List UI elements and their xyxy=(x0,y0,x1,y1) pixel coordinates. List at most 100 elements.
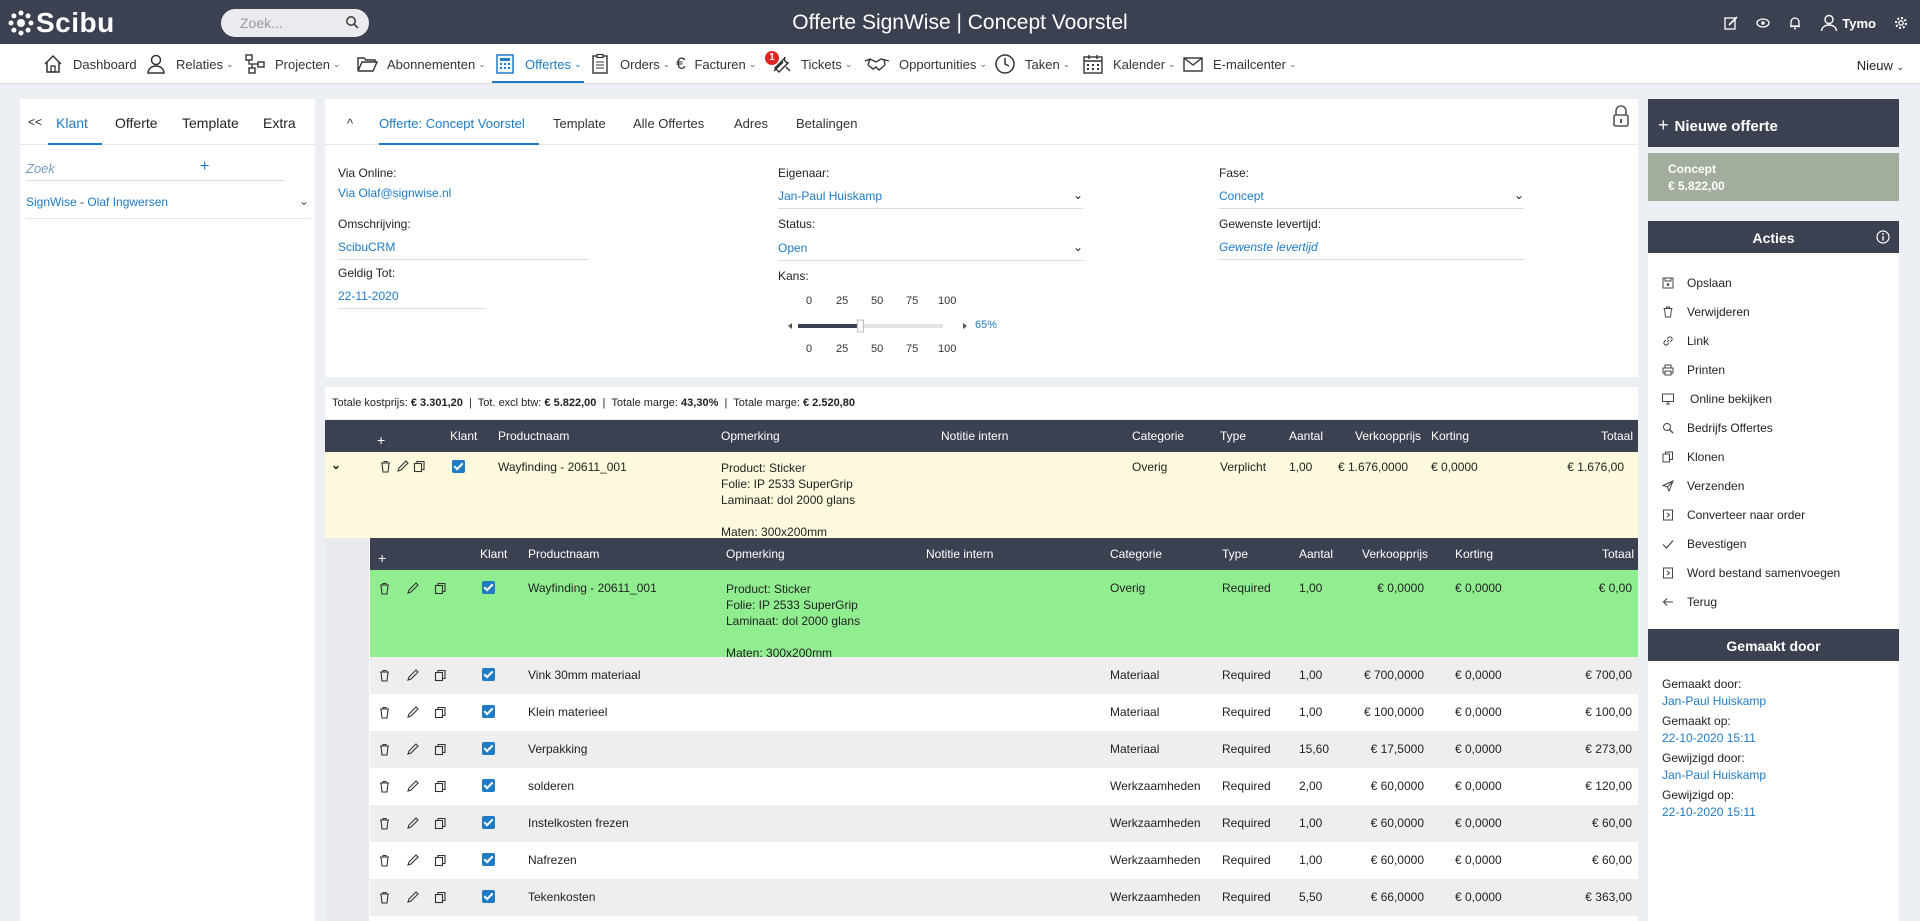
action-terug[interactable]: Terug xyxy=(1662,594,1717,610)
customer-search-input[interactable]: Zoek xyxy=(26,161,284,181)
copy-row-button[interactable] xyxy=(434,854,447,870)
action-bedrijfs-offertes[interactable]: Bedrijfs Offertes xyxy=(1662,420,1773,436)
trash-row-button[interactable] xyxy=(378,706,391,722)
user-menu[interactable]: Tymo xyxy=(1820,14,1876,32)
tab-adres[interactable]: Adres xyxy=(734,116,768,131)
row-checkbox[interactable] xyxy=(482,742,495,758)
action-klonen[interactable]: Klonen xyxy=(1662,449,1724,465)
table-row[interactable]: Klein materieel Materiaal Required 1,00 € 0,… xyxy=(370,694,1638,731)
tab-template[interactable]: Template xyxy=(182,115,239,131)
tab-klant[interactable]: Klant xyxy=(56,115,88,131)
pencil-row-button[interactable] xyxy=(406,817,419,833)
action-verzenden[interactable]: Verzenden xyxy=(1662,478,1744,494)
edit-icon[interactable] xyxy=(1724,16,1738,30)
action-online-bekijken[interactable]: Online bekijken xyxy=(1662,391,1772,407)
add-customer-button[interactable]: + xyxy=(200,158,209,176)
nav-abonnementen[interactable]: Abonnementen ⌄ xyxy=(356,44,486,84)
info-icon[interactable] xyxy=(1876,230,1890,244)
table-row[interactable]: Vink 30mm materiaal Materiaal Required 1,00… xyxy=(370,657,1638,694)
pencil-row-button[interactable] xyxy=(406,706,419,722)
pencil-icon[interactable] xyxy=(396,460,409,473)
nav-kalender[interactable]: Kalender ⌄ xyxy=(1082,44,1176,84)
copy-row-button[interactable] xyxy=(434,743,447,759)
table-row[interactable]: Instelkosten frezen Werkzaamheden Required… xyxy=(370,805,1638,842)
nav-orders[interactable]: Orders ⌄ xyxy=(589,44,670,84)
table-row[interactable]: Tekenkosten Werkzaamheden Required 5,50 € 0,… xyxy=(370,879,1638,916)
trash-row-button[interactable] xyxy=(378,669,391,685)
tab-betalingen[interactable]: Betalingen xyxy=(796,116,857,131)
action-word-samenvoegen[interactable]: Word bestand samenvoegen xyxy=(1662,565,1840,581)
tab-extra[interactable]: Extra xyxy=(263,115,296,131)
nav-emailcenter[interactable]: E-mailcenter ⌄ xyxy=(1182,44,1297,84)
tab-offerte[interactable]: Offerte xyxy=(115,115,158,131)
pencil-row-button[interactable] xyxy=(406,669,419,685)
copy-row-button[interactable] xyxy=(434,669,447,685)
trash-row-button[interactable] xyxy=(378,582,391,598)
row-checkbox[interactable] xyxy=(482,890,495,906)
nieuw-menu[interactable]: Nieuw ⌄ xyxy=(1857,58,1904,73)
copy-icon[interactable] xyxy=(413,460,426,473)
customer-item[interactable]: SignWise - Olaf Ingwersen ⌄ xyxy=(26,194,311,219)
add-subrow-button[interactable]: + xyxy=(378,550,386,566)
pencil-row-button[interactable] xyxy=(406,854,419,870)
collapse-header-button[interactable]: ^ xyxy=(347,116,353,131)
nav-tickets[interactable]: 1 Tickets ⌄ xyxy=(765,44,852,84)
fase-select[interactable]: Concept ⌄ xyxy=(1219,188,1524,209)
nav-dashboard[interactable]: Dashboard xyxy=(42,44,137,84)
geldig-tot-input[interactable]: 22-11-2020 xyxy=(338,289,485,309)
action-bevestigen[interactable]: Bevestigen xyxy=(1662,536,1746,552)
copy-row-button[interactable] xyxy=(434,891,447,907)
copy-row-button[interactable] xyxy=(434,780,447,796)
action-verwijderen[interactable]: Verwijderen xyxy=(1662,304,1750,320)
table-row[interactable]: Nafrezen Werkzaamheden Required 1,00 € 0,000… xyxy=(370,842,1638,879)
collapse-left-button[interactable]: << xyxy=(28,115,42,129)
collapse-row-icon[interactable]: ⌄ xyxy=(331,458,341,472)
trash-icon[interactable] xyxy=(379,460,392,473)
nieuwe-offerte-button[interactable]: + Nieuwe offerte xyxy=(1648,99,1899,147)
lock-icon[interactable] xyxy=(1612,105,1630,127)
table-row[interactable]: Verpakking Materiaal Required 15,60 € 0,0000… xyxy=(370,731,1638,768)
row-checkbox[interactable] xyxy=(482,705,495,721)
action-opslaan[interactable]: Opslaan xyxy=(1662,275,1732,291)
nav-opportunities[interactable]: Opportunities ⌄ xyxy=(864,44,987,84)
add-row-button[interactable]: + xyxy=(377,432,385,448)
row-checkbox[interactable] xyxy=(482,816,495,832)
via-online-value[interactable]: Via Olaf@signwise.nl xyxy=(338,186,588,206)
trash-row-button[interactable] xyxy=(378,817,391,833)
nav-relaties[interactable]: Relaties ⌄ xyxy=(145,44,234,84)
pencil-row-button[interactable] xyxy=(406,743,419,759)
omschrijving-input[interactable]: ScibuCRM xyxy=(338,240,588,260)
eigenaar-select[interactable]: Jan-Paul Huiskamp ⌄ xyxy=(778,188,1083,209)
row-checkbox[interactable] xyxy=(482,853,495,869)
status-select[interactable]: Open ⌄ xyxy=(778,240,1083,261)
trash-row-button[interactable] xyxy=(378,780,391,796)
row-checkbox[interactable] xyxy=(482,779,495,795)
nav-taken[interactable]: Taken ⌄ xyxy=(994,44,1070,84)
copy-row-button[interactable] xyxy=(434,706,447,722)
action-converteer[interactable]: Converteer naar order xyxy=(1662,507,1805,523)
action-printen[interactable]: Printen xyxy=(1662,362,1725,378)
action-link[interactable]: Link xyxy=(1662,333,1709,349)
gear-icon[interactable] xyxy=(1894,16,1908,30)
pencil-row-button[interactable] xyxy=(406,891,419,907)
table-row[interactable]: Wayfinding - 20611_001 Overig Required 1,00… xyxy=(370,570,1638,660)
copy-row-button[interactable] xyxy=(434,582,447,598)
phase-summary[interactable]: Concept € 5.822,00 xyxy=(1648,153,1899,201)
bell-icon[interactable] xyxy=(1788,16,1802,30)
pencil-row-button[interactable] xyxy=(406,780,419,796)
row-checkbox[interactable] xyxy=(482,668,495,684)
nav-offertes[interactable]: Offertes ⌄ xyxy=(492,44,584,84)
trash-row-button[interactable] xyxy=(378,854,391,870)
trash-row-button[interactable] xyxy=(378,743,391,759)
chevron-down-icon[interactable]: ⌄ xyxy=(299,194,309,208)
gewijzigd-door-value[interactable]: Jan-Paul Huiskamp xyxy=(1662,768,1766,782)
table-row[interactable]: solderen Werkzaamheden Required 2,00 € 0,000… xyxy=(370,768,1638,805)
tab-alle-offertes[interactable]: Alle Offertes xyxy=(633,116,704,131)
tab-offerte-concept[interactable]: Offerte: Concept Voorstel xyxy=(379,116,525,131)
row-checkbox[interactable] xyxy=(452,460,465,476)
gemaakt-door-value[interactable]: Jan-Paul Huiskamp xyxy=(1662,694,1766,708)
copy-row-button[interactable] xyxy=(434,817,447,833)
row-checkbox[interactable] xyxy=(482,581,495,597)
eye-icon[interactable] xyxy=(1756,16,1770,30)
levertijd-input[interactable]: Gewenste levertijd xyxy=(1219,240,1524,260)
